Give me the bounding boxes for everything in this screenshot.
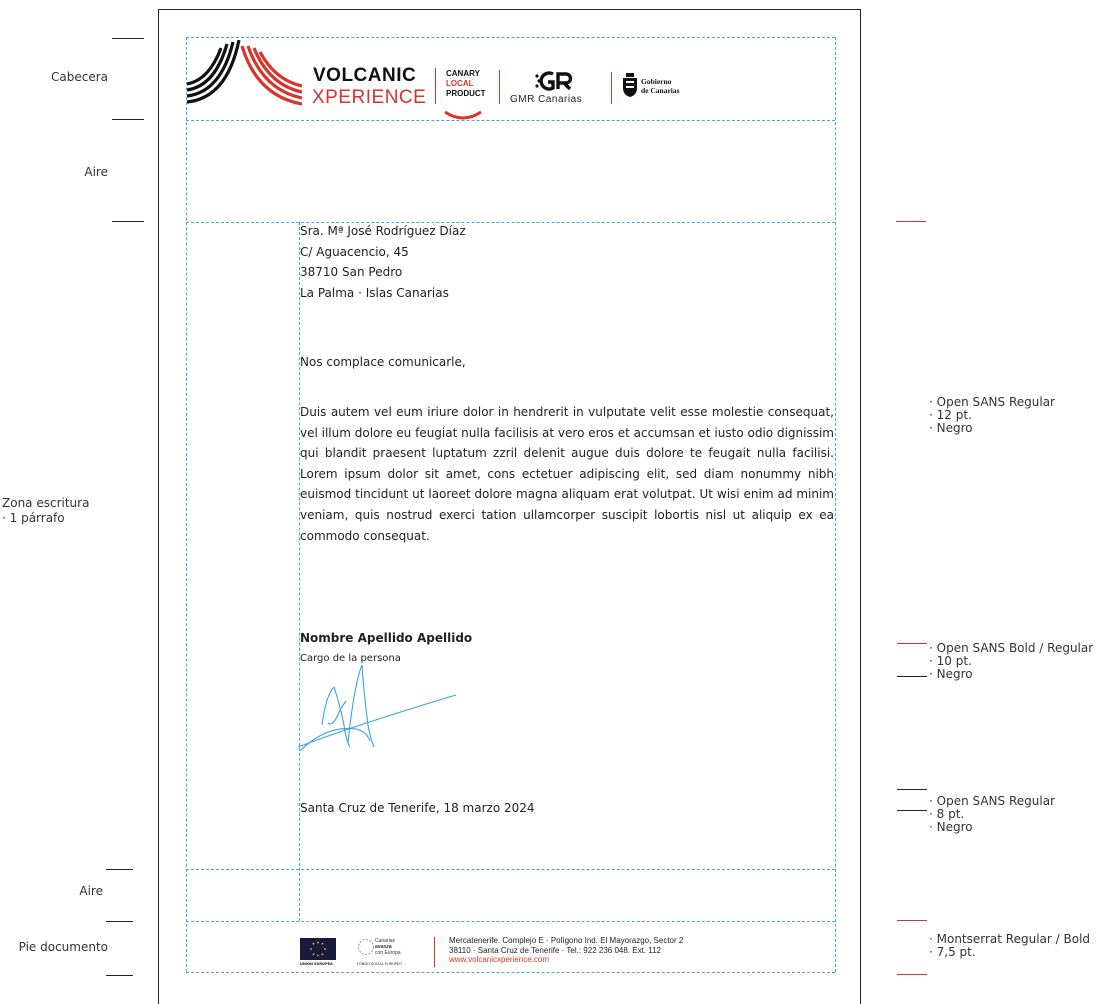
guide-dashed xyxy=(835,37,836,972)
canary-local-product-logo: CANARY LOCAL PRODUCT xyxy=(444,69,486,120)
recipient-name: Sra. Mª José Rodríguez Díaz xyxy=(300,224,466,238)
guide-tick xyxy=(897,974,927,975)
spec-line: · Negro xyxy=(929,667,973,681)
recipient-street: C/ Aguacencio, 45 xyxy=(300,244,409,259)
gobierno-line2: de Canarias xyxy=(641,85,680,95)
label-zona-escritura: Zona escritura · 1 párrafo xyxy=(2,496,89,526)
clp-canary: CANARY xyxy=(446,69,480,78)
spec-line: · Negro xyxy=(929,820,973,834)
label-aire-top: Aire xyxy=(84,165,108,179)
footer-line1: Mercatenerife. Complejo E · Polígono Ind… xyxy=(449,936,684,945)
signer-role: Cargo de la persona xyxy=(300,653,401,664)
gmr-canarias-logo: GMR Canarias xyxy=(508,70,602,106)
brand-volcanic: VOLCANIC xyxy=(313,65,417,86)
guide-dashed xyxy=(186,869,835,870)
separator xyxy=(434,937,435,967)
spec-line: · Negro xyxy=(929,421,973,435)
label-zona-line2: · 1 párrafo xyxy=(2,511,65,525)
clp-arc-icon xyxy=(444,110,482,120)
volcanic-xperience-logo: VOLCANIC XPERIENCE xyxy=(187,40,432,112)
spec-signature: · Open SANS Bold / Regular · 10 pt. · Ne… xyxy=(929,642,1093,681)
eu-label: UNIÓN EUROPEA xyxy=(300,962,333,966)
spec-place-date: · Open SANS Regular · 8 pt. · Negro xyxy=(929,795,1055,834)
recipient-address: Sra. Mª José Rodríguez Díaz C/ Aguacenci… xyxy=(300,221,466,303)
brand-xperience: XPERIENCE xyxy=(312,87,427,108)
place-date: Santa Cruz de Tenerife, 18 marzo 2024 xyxy=(300,801,535,815)
coat-of-arms-icon xyxy=(623,73,637,97)
eu-flag-logo: UNIÓN EUROPEA xyxy=(300,938,338,968)
footer-url[interactable]: www.volcanicxperience.com xyxy=(449,955,683,965)
canarias-avanza-logo: Canarias avanza con Europa FONDO SOCIAL … xyxy=(356,937,428,969)
guide-tick xyxy=(112,221,144,222)
separator xyxy=(499,70,500,104)
spec-body-text: · Open SANS Regular · 12 pt. · Negro xyxy=(929,396,1055,435)
guide-dashed xyxy=(186,120,835,121)
gmr-text: GMR Canarias xyxy=(510,94,583,105)
label-aire-bottom: Aire xyxy=(79,884,103,898)
eu-flag-icon xyxy=(300,938,336,960)
guide-dashed xyxy=(186,222,835,223)
footer-line2: 38110 · Santa Cruz de Tenerife · Tel.: 9… xyxy=(449,945,661,955)
guide-tick xyxy=(897,920,927,921)
guide-tick xyxy=(112,38,144,39)
gobierno-text: Gobierno de Canarias xyxy=(641,77,680,95)
guide-tick xyxy=(897,789,927,790)
greeting: Nos complace comunicarle, xyxy=(300,355,466,369)
guide-tick xyxy=(897,676,927,677)
footer-address: Mercatenerife. Complejo E · Polígono Ind… xyxy=(449,936,683,965)
spec-line: · 7,5 pt. xyxy=(929,945,976,959)
guide-tick xyxy=(897,643,927,644)
recipient-region: La Palma · Islas Canarias xyxy=(300,285,449,300)
clp-local: LOCAL xyxy=(446,79,474,88)
label-zona-line1: Zona escritura xyxy=(2,496,90,510)
guide-tick xyxy=(896,221,926,222)
guide-tick xyxy=(897,810,927,811)
label-cabecera: Cabecera xyxy=(51,70,108,84)
fse-label: FONDO SOCIAL EUROPEO xyxy=(357,962,402,966)
gmr-mark-icon xyxy=(535,71,573,91)
gobierno-canarias-logo: Gobierno de Canarias xyxy=(620,73,700,103)
guide-tick xyxy=(106,975,133,976)
guide-dashed xyxy=(186,37,835,38)
guide-dashed xyxy=(186,921,835,922)
volcano-stripes-icon xyxy=(187,40,302,106)
recipient-city: 38710 San Pedro xyxy=(300,265,403,279)
separator xyxy=(611,72,612,104)
body-paragraph: Duis autem vel eum iriure dolor in hendr… xyxy=(300,405,834,543)
swirl-icon xyxy=(358,939,374,955)
handwritten-signature-icon xyxy=(297,665,457,752)
canarias-line3: con Europa xyxy=(375,950,401,956)
guide-tick xyxy=(106,921,133,922)
label-pie-documento: Pie documento xyxy=(18,940,108,954)
guide-dashed xyxy=(186,972,835,973)
canarias-avanza-text: Canarias avanza con Europa xyxy=(375,938,401,956)
guide-dashed xyxy=(299,222,300,921)
spec-footer: · Montserrat Regular / Bold · 7,5 pt. xyxy=(929,933,1090,959)
guide-tick xyxy=(106,869,133,870)
separator xyxy=(435,68,436,104)
guide-tick xyxy=(112,119,144,120)
signer-name: Nombre Apellido Apellido xyxy=(300,631,473,645)
clp-product: PRODUCT xyxy=(446,89,486,98)
guide-dashed xyxy=(186,37,187,972)
